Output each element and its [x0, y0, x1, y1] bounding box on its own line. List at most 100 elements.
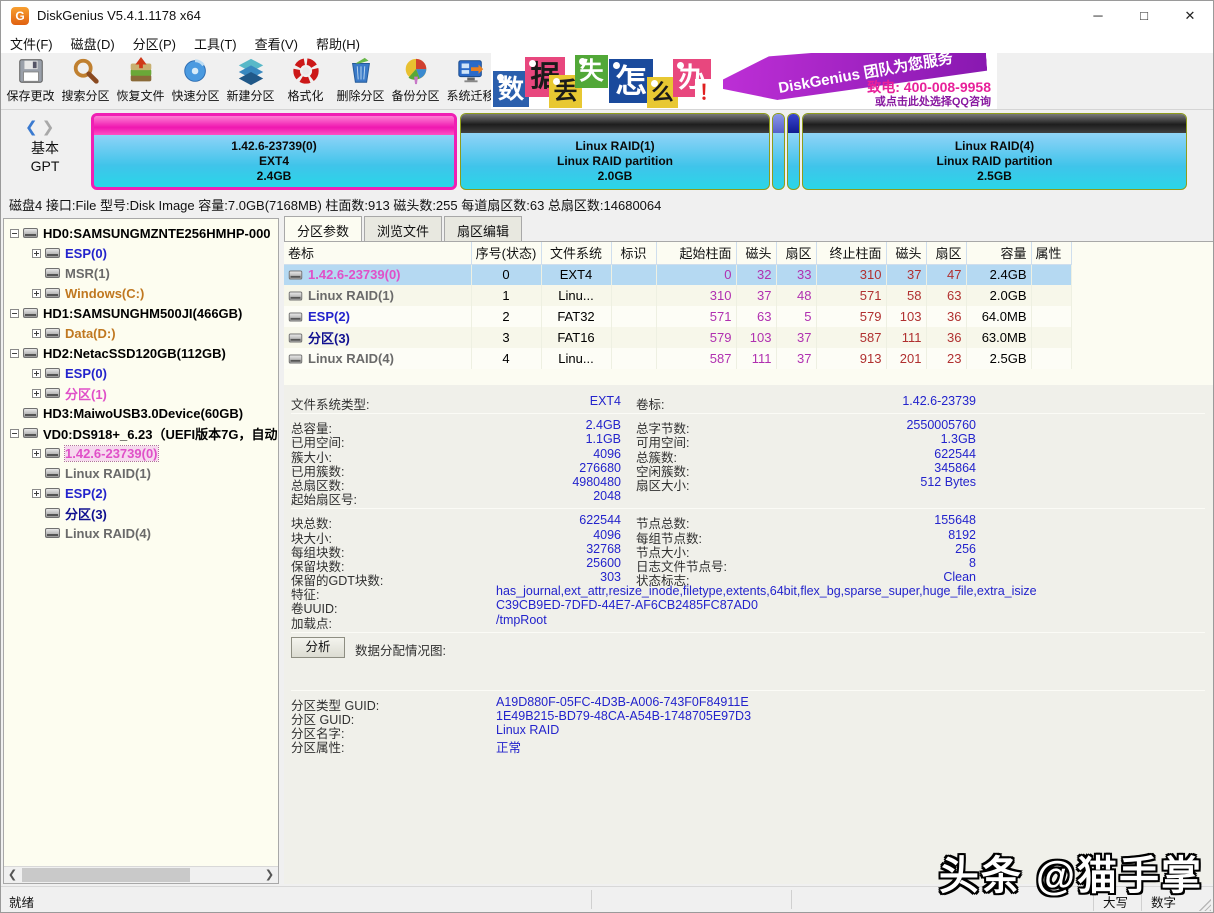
column-header-8[interactable]: 磁头 [886, 242, 926, 264]
search-icon [58, 56, 113, 86]
column-header-10[interactable]: 容量 [966, 242, 1031, 264]
toolbar-button-label: 搜索分区 [58, 87, 113, 104]
column-header-0[interactable]: 卷标 [284, 242, 471, 264]
column-header-6[interactable]: 扇区 [776, 242, 816, 264]
tree-item-8[interactable]: 分区(1) [6, 383, 276, 403]
toolbar-button-8[interactable]: 系统迁移 [443, 56, 498, 108]
tree-item-2[interactable]: MSR(1) [6, 263, 276, 283]
scrollbar-thumb[interactable] [22, 868, 190, 882]
partition-block-4[interactable]: Linux RAID(4)Linux RAID partition2.5GB [802, 113, 1187, 190]
column-header-1[interactable]: 序号(状态) [471, 242, 541, 264]
tree-item-5[interactable]: Data(D:) [6, 323, 276, 343]
maximize-button[interactable]: □ [1121, 1, 1167, 31]
detail-row: 文件系统类型:EXT4卷标:1.42.6-23739 [291, 394, 1205, 408]
expand-plus-icon[interactable] [32, 389, 41, 398]
cell: 111 [736, 348, 776, 369]
column-header-7[interactable]: 终止柱面 [816, 242, 886, 264]
tree-item-14[interactable]: 分区(3) [6, 503, 276, 523]
tab-1[interactable]: 浏览文件 [364, 216, 442, 241]
expand-plus-icon[interactable] [32, 449, 41, 458]
cell: 571 [816, 285, 886, 306]
collapse-minus-icon[interactable] [10, 309, 19, 318]
partition-block-body [788, 133, 799, 189]
toolbar-button-4[interactable]: 新建分区 [223, 56, 278, 108]
tree-item-12[interactable]: Linux RAID(1) [6, 463, 276, 483]
toolbar-button-3[interactable]: 快速分区 [168, 56, 223, 108]
tree-item-6[interactable]: HD2:NetacSSD120GB(112GB) [6, 343, 276, 363]
partition-icon [45, 468, 60, 478]
expand-plus-icon[interactable] [32, 289, 41, 298]
tree-item-11[interactable]: 1.42.6-23739(0) [6, 443, 276, 463]
expand-plus-icon[interactable] [32, 489, 41, 498]
tree-item-7[interactable]: ESP(0) [6, 363, 276, 383]
disk-style-label: 基本 [23, 138, 67, 158]
cell: 33 [776, 264, 816, 285]
cell [611, 285, 656, 306]
nav-left-arrow-icon[interactable]: ❮ [25, 119, 38, 136]
collapse-minus-icon[interactable] [10, 429, 19, 438]
expand-plus-icon[interactable] [32, 249, 41, 258]
toolbar-button-7[interactable]: 备份分区 [388, 56, 443, 108]
toolbar-button-6[interactable]: 删除分区 [333, 56, 388, 108]
ad-banner[interactable]: DiskGenius 团队为您服务 致电: 400-008-9958 或点击此处… [491, 53, 997, 109]
nav-right-arrow-icon[interactable]: ❯ [42, 119, 55, 136]
collapse-minus-icon[interactable] [10, 229, 19, 238]
tree-horizontal-scrollbar[interactable]: ❮ ❯ [4, 866, 278, 883]
cell: 111 [886, 327, 926, 348]
column-header-9[interactable]: 扇区 [926, 242, 966, 264]
tree-item-9[interactable]: HD3:MaiwoUSB3.0Device(60GB) [6, 403, 276, 423]
column-header-2[interactable]: 文件系统 [541, 242, 611, 264]
ad-qq-link[interactable]: 或点击此处选择QQ咨询 [875, 93, 991, 109]
scroll-left-arrow-icon[interactable]: ❮ [4, 867, 21, 883]
toolbar-button-0[interactable]: 保存更改 [3, 56, 58, 108]
tree-item-0[interactable]: HD0:SAMSUNGMZNTE256HMHP-000 [6, 223, 276, 243]
scroll-right-arrow-icon[interactable]: ❯ [261, 867, 278, 883]
watermark-text: 头条 @猫手掌 [939, 843, 1203, 901]
tree-item-3[interactable]: Windows(C:) [6, 283, 276, 303]
cell [611, 264, 656, 285]
cell: 201 [886, 348, 926, 369]
table-row-1[interactable]: Linux RAID(1)1Linu...310374857158632.0GB [284, 285, 1071, 306]
partition-icon [45, 508, 60, 518]
partition-block-3[interactable] [787, 113, 800, 190]
toolbar-button-2[interactable]: 恢复文件 [113, 56, 168, 108]
partition-type: EXT4 [259, 154, 289, 169]
expand-plus-icon[interactable] [32, 329, 41, 338]
table-row-2[interactable]: ESP(2)2FAT325716355791033664.0MB [284, 306, 1071, 327]
tree-item-label: HD0:SAMSUNGMZNTE256HMHP-000 [43, 226, 271, 241]
tree-item-4[interactable]: HD1:SAMSUNGHM500JI(466GB) [6, 303, 276, 323]
close-button[interactable]: ✕ [1167, 1, 1213, 31]
tree-item-1[interactable]: ESP(0) [6, 243, 276, 263]
tree-item-13[interactable]: ESP(2) [6, 483, 276, 503]
detail-label: 分区属性: [291, 737, 491, 756]
analyze-row: 分析数据分配情况图: [291, 637, 1205, 659]
partition-block-1[interactable]: Linux RAID(1)Linux RAID partition2.0GB [460, 113, 770, 190]
partition-block-0[interactable]: 1.42.6-23739(0)EXT42.4GB [91, 113, 457, 190]
partition-block-2[interactable] [772, 113, 785, 190]
column-header-3[interactable]: 标识 [611, 242, 656, 264]
cell: 913 [816, 348, 886, 369]
toolbar-button-1[interactable]: 搜索分区 [58, 56, 113, 108]
column-header-11[interactable]: 属性 [1031, 242, 1071, 264]
table-row-0[interactable]: 1.42.6-23739(0)0EXT40323331037472.4GB [284, 264, 1071, 285]
cell: 1 [471, 285, 541, 306]
table-row-4[interactable]: Linux RAID(4)4Linu...58711137913201232.5… [284, 348, 1071, 369]
ad-tile-dot [553, 78, 560, 85]
column-header-4[interactable]: 起始柱面 [656, 242, 736, 264]
collapse-minus-icon[interactable] [10, 349, 19, 358]
table-row-3[interactable]: 分区(3)3FAT16579103375871113663.0MB [284, 327, 1071, 348]
cell: 63 [736, 306, 776, 327]
analyze-button[interactable]: 分析 [291, 637, 345, 658]
ad-tile-dot [651, 80, 658, 87]
tab-0[interactable]: 分区参数 [284, 216, 362, 241]
minimize-button[interactable]: ─ [1075, 1, 1121, 31]
column-header-5[interactable]: 磁头 [736, 242, 776, 264]
tree-item-15[interactable]: Linux RAID(4) [6, 523, 276, 543]
toolbar-button-5[interactable]: 格式化 [278, 56, 333, 108]
expand-plus-icon[interactable] [32, 369, 41, 378]
tree-item-10[interactable]: VD0:DS918+_6.23（UEFI版本7G，自动 [6, 423, 276, 443]
partition-icon [45, 328, 60, 338]
detail-label: 加载点: [291, 613, 491, 632]
tab-2[interactable]: 扇区编辑 [444, 216, 522, 241]
detail-value: 256 [806, 542, 976, 556]
